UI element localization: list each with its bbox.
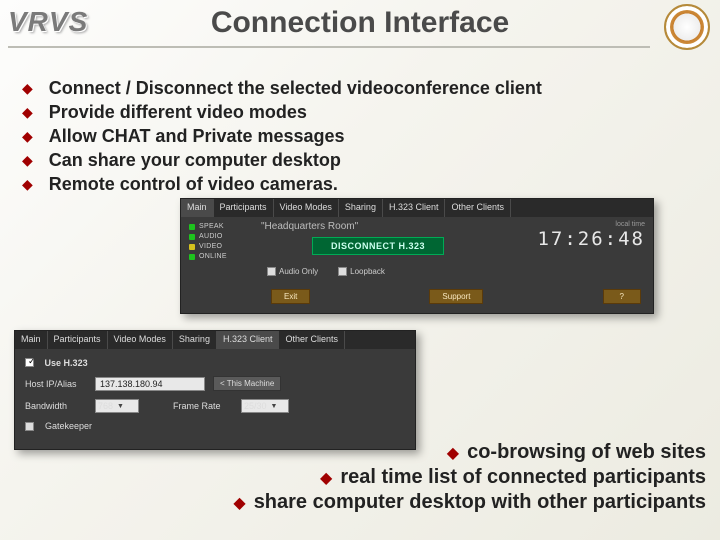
indicator-label: ONLINE [199, 253, 227, 260]
tab-h323-client[interactable]: H.323 Client [217, 331, 280, 349]
bandwidth-label: Bandwidth [25, 401, 87, 411]
bullet-text: Remote control of video cameras. [49, 174, 338, 195]
local-time-label: local time [503, 221, 645, 228]
status-indicators: SPEAK AUDIO VIDEO ONLINE [181, 217, 253, 291]
top-bullet-list: ◆ Connect / Disconnect the selected video… [22, 78, 720, 195]
loopback-checkbox[interactable] [338, 267, 347, 276]
bandwidth-select[interactable]: 768 [95, 399, 139, 413]
bottom-bullet-list: ◆ co-browsing of web sites ◆ real time lis… [233, 441, 706, 516]
tab-main[interactable]: Main [181, 199, 214, 217]
tab-other-clients[interactable]: Other Clients [279, 331, 345, 349]
bullet-text: Can share your computer desktop [49, 150, 341, 171]
header-divider [8, 46, 650, 48]
disconnect-button[interactable]: DISCONNECT H.323 [312, 237, 444, 255]
diamond-icon: ◆ [22, 104, 33, 121]
indicator-label: SPEAK [199, 223, 224, 230]
this-machine-button[interactable]: < This Machine [213, 376, 281, 391]
audio-only-label: Audio Only [279, 267, 318, 276]
support-button[interactable]: Support [429, 289, 483, 304]
connection-panel-main: Main Participants Video Modes Sharing H.… [180, 198, 654, 314]
diamond-icon: ◆ [233, 493, 245, 513]
tab-participants[interactable]: Participants [48, 331, 108, 349]
tab-sharing[interactable]: Sharing [339, 199, 383, 217]
tab-video-modes[interactable]: Video Modes [274, 199, 339, 217]
institute-seal-icon [664, 4, 710, 50]
gatekeeper-label: Gatekeeper [45, 421, 92, 431]
diamond-icon: ◆ [22, 128, 33, 145]
bullet-text: Allow CHAT and Private messages [49, 126, 345, 147]
host-ip-label: Host IP/Alias [25, 379, 87, 389]
tab-sharing[interactable]: Sharing [173, 331, 217, 349]
bullet-text: Connect / Disconnect the selected videoc… [49, 78, 542, 99]
diamond-icon: ◆ [447, 443, 459, 463]
tab-bar: Main Participants Video Modes Sharing H.… [15, 331, 415, 349]
bullet-text: share computer desktop with other partic… [254, 491, 706, 514]
diamond-icon: ◆ [22, 152, 33, 169]
bullet-text: real time list of connected participants [340, 466, 706, 489]
loopback-label: Loopback [350, 267, 385, 276]
indicator-label: AUDIO [199, 233, 223, 240]
tab-participants[interactable]: Participants [214, 199, 274, 217]
led-icon [189, 244, 195, 250]
connection-panel-h323: Main Participants Video Modes Sharing H.… [14, 330, 416, 450]
bullet-text: Provide different video modes [49, 102, 307, 123]
page-title: Connection Interface [0, 6, 720, 40]
tab-h323-client[interactable]: H.323 Client [383, 199, 446, 217]
indicator-label: VIDEO [199, 243, 222, 250]
tab-other-clients[interactable]: Other Clients [445, 199, 511, 217]
gatekeeper-checkbox[interactable] [25, 422, 34, 431]
led-icon [189, 224, 195, 230]
diamond-icon: ◆ [22, 80, 33, 97]
framerate-label: Frame Rate [173, 401, 233, 411]
led-icon [189, 234, 195, 240]
clock-display: 17:26:48 [537, 228, 645, 250]
bullet-text: co-browsing of web sites [467, 441, 706, 464]
header: VRVS Connection Interface [0, 0, 720, 60]
led-icon [189, 254, 195, 260]
diamond-icon: ◆ [320, 468, 332, 488]
diamond-icon: ◆ [22, 176, 33, 193]
help-button[interactable]: ? [603, 289, 641, 304]
framerate-select[interactable]: 25/30 [241, 399, 289, 413]
exit-button[interactable]: Exit [271, 289, 310, 304]
tab-main[interactable]: Main [15, 331, 48, 349]
tab-video-modes[interactable]: Video Modes [108, 331, 173, 349]
use-h323-label: Use H.323 [45, 358, 88, 368]
audio-only-checkbox[interactable] [267, 267, 276, 276]
room-name-label: "Headquarters Room" [261, 221, 495, 232]
tab-bar: Main Participants Video Modes Sharing H.… [181, 199, 653, 217]
host-ip-input[interactable] [95, 377, 205, 391]
